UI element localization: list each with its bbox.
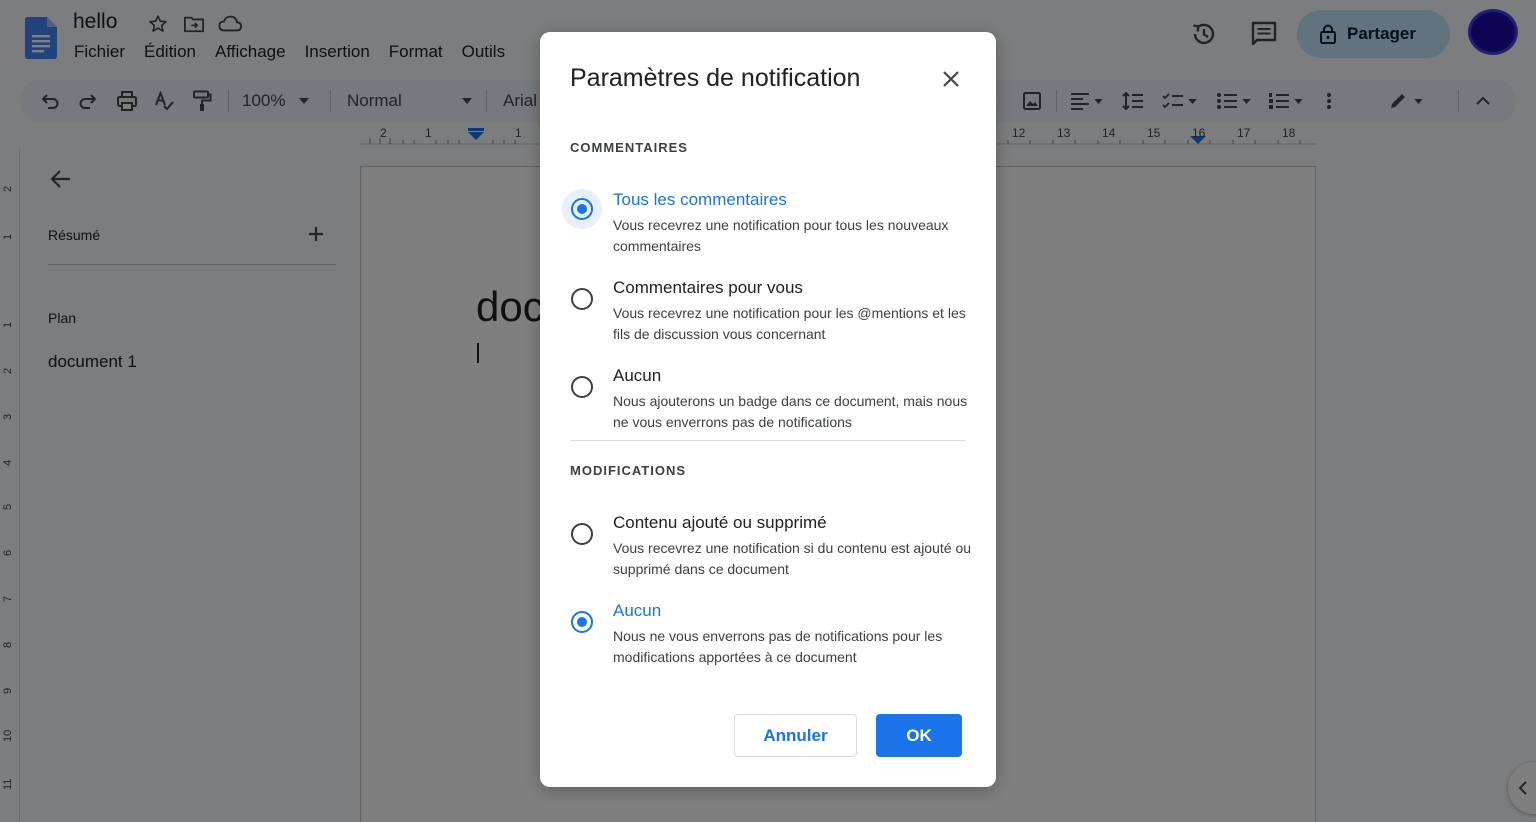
option-title: Commentaires pour vous (613, 278, 803, 297)
radio-edits-none[interactable] (562, 602, 602, 642)
option-title: Aucun (613, 366, 662, 385)
cancel-button[interactable]: Annuler (734, 714, 857, 757)
radio-content-added-removed[interactable] (562, 514, 602, 554)
option-all-comments[interactable]: Tous les commentaires Vous recevrez une … (562, 189, 982, 254)
option-description: Nous ajouterons un badge dans ce documen… (613, 393, 968, 430)
option-description: Nous ne vous enverrons pas de notificati… (613, 628, 943, 665)
radio-comments-for-you[interactable] (562, 279, 602, 319)
close-icon (943, 71, 959, 87)
dialog-divider (570, 440, 966, 441)
close-button[interactable] (938, 66, 964, 92)
option-title: Contenu ajouté ou supprimé (613, 513, 827, 532)
option-description: Vous recevrez une notification pour tous… (613, 217, 949, 254)
option-edits-none[interactable]: Aucun Nous ne vous enverrons pas de noti… (562, 601, 982, 665)
radio-all-comments[interactable] (562, 189, 602, 229)
option-title: Tous les commentaires (613, 190, 787, 209)
section-label-comments: COMMENTAIRES (570, 140, 688, 155)
notification-settings-dialog: Paramètres de notification COMMENTAIRES … (540, 32, 996, 787)
ok-button[interactable]: OK (876, 714, 962, 757)
option-title: Aucun (613, 601, 662, 620)
option-comments-for-you[interactable]: Commentaires pour vous Vous recevrez une… (562, 278, 982, 342)
option-description: Vous recevrez une notification pour les … (613, 305, 966, 342)
option-content-added-removed[interactable]: Contenu ajouté ou supprimé Vous recevrez… (562, 513, 982, 577)
option-comments-none[interactable]: Aucun Nous ajouterons un badge dans ce d… (562, 366, 982, 430)
dialog-title: Paramètres de notification (570, 64, 861, 92)
radio-comments-none[interactable] (562, 367, 602, 407)
option-description: Vous recevrez une notification si du con… (613, 540, 972, 577)
section-label-edits: MODIFICATIONS (570, 463, 687, 478)
